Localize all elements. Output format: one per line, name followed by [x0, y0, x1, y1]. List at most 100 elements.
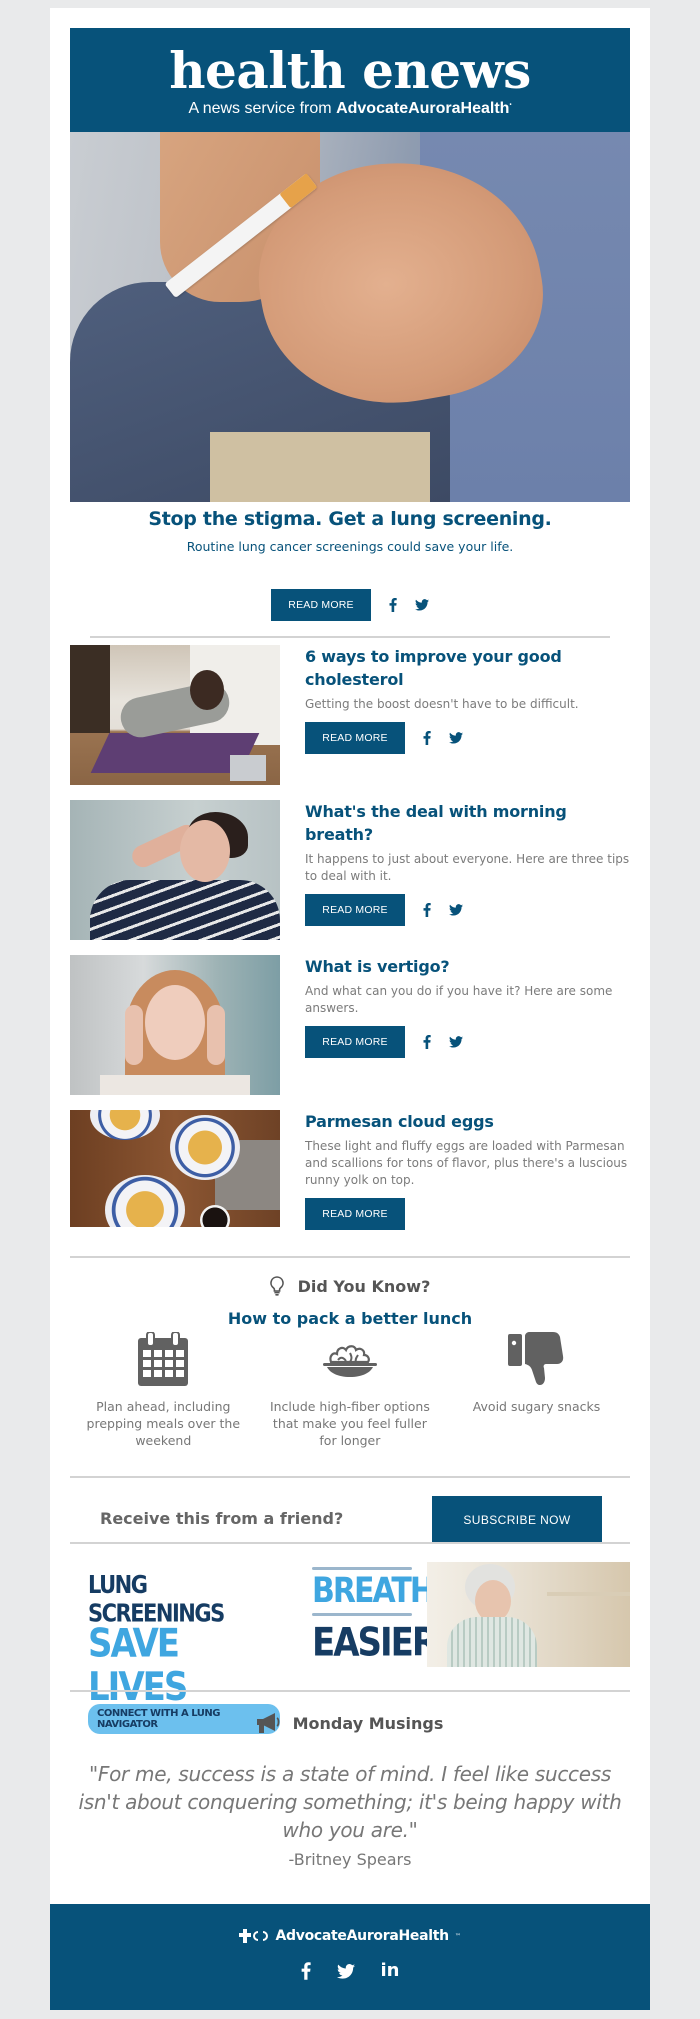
article-thumbnail[interactable]: [70, 1110, 280, 1227]
breathe-easier-banner[interactable]: BREATHE EASIER: [312, 1562, 630, 1667]
quote-author: -Britney Spears: [288, 1850, 412, 1869]
article-body: What's the deal with morning breath? It …: [305, 800, 630, 926]
facebook-icon[interactable]: [423, 1035, 431, 1049]
photo-face: [475, 1580, 511, 1622]
read-more-button[interactable]: READ MORE: [305, 722, 405, 754]
article-title[interactable]: Parmesan cloud eggs: [305, 1110, 630, 1133]
banner-line-2: EASIER: [312, 1619, 438, 1666]
subtitle-prefix: A news service from: [188, 100, 337, 117]
facebook-icon[interactable]: [423, 731, 431, 745]
article-title[interactable]: What's the deal with morning breath?: [305, 800, 630, 846]
thumb-laptop: [230, 755, 266, 781]
email-container: health enews A news service from Advocat…: [50, 8, 650, 2010]
article-actions: READ MORE: [305, 722, 630, 754]
article-thumbnail[interactable]: [70, 800, 280, 940]
thumb-plate: [90, 1110, 160, 1140]
trademark: ™: [454, 1932, 461, 1940]
subtitle-brand: AdvocateAuroraHealth: [336, 100, 510, 117]
section-divider: [70, 1690, 630, 1692]
article-description: These light and fluffy eggs are loaded w…: [305, 1139, 628, 1187]
twitter-icon[interactable]: [415, 599, 429, 611]
article-actions: READ MORE: [305, 894, 630, 926]
hero-title[interactable]: Stop the stigma. Get a lung screening.: [70, 508, 630, 530]
wave-decoration: [312, 1567, 412, 1570]
footer-social-icons: in: [50, 1962, 650, 1980]
article-item: What is vertigo? And what can you do if …: [70, 955, 630, 1095]
monday-musings-header: Monday Musings: [50, 1713, 650, 1738]
did-you-know-header: Did You Know? How to pack a better lunch: [50, 1276, 650, 1328]
article-item: Parmesan cloud eggs These light and fluf…: [70, 1110, 630, 1235]
photo-body: [447, 1617, 537, 1667]
article-title[interactable]: 6 ways to improve your good cholesterol: [305, 645, 630, 691]
article-thumbnail[interactable]: [70, 645, 280, 785]
section-divider: [70, 1256, 630, 1258]
thumb-left-hand: [125, 1005, 143, 1065]
thumbs-down-icon: [443, 1326, 630, 1392]
thumb-plate: [105, 1175, 185, 1227]
tip-item: Avoid sugary snacks: [443, 1326, 630, 1449]
facebook-icon[interactable]: [423, 903, 431, 917]
section-divider: [70, 1542, 630, 1544]
article-body: What is vertigo? And what can you do if …: [305, 955, 630, 1058]
subscribe-row: Receive this from a friend? SUBSCRIBE NO…: [70, 1496, 630, 1544]
hero-actions: READ MORE: [50, 589, 650, 621]
subscribe-prompt: Receive this from a friend?: [100, 1509, 344, 1528]
share-icons: [423, 903, 463, 917]
twitter-icon[interactable]: [449, 1036, 463, 1048]
article-actions: READ MORE: [305, 1026, 630, 1058]
thumb-right-hand: [207, 1005, 225, 1065]
banner-line-1: LUNG SCREENINGS: [88, 1570, 225, 1628]
share-icons: [423, 1035, 463, 1049]
did-you-know-text: Did You Know?: [297, 1276, 431, 1296]
hero-read-more-button[interactable]: READ MORE: [271, 589, 371, 621]
hero-text: Stop the stigma. Get a lung screening. R…: [70, 508, 630, 554]
did-you-know-label: Did You Know?: [269, 1276, 431, 1296]
tip-text: Plan ahead, including prepping meals ove…: [86, 1399, 241, 1448]
tip-item: Plan ahead, including prepping meals ove…: [70, 1326, 257, 1449]
thumb-face: [145, 985, 205, 1060]
footer-brand: AdvocateAuroraHealth: [275, 1928, 449, 1944]
newsletter-header[interactable]: health enews A news service from Advocat…: [70, 28, 630, 132]
thumb-head: [190, 670, 224, 710]
read-more-button[interactable]: READ MORE: [305, 1026, 405, 1058]
twitter-icon[interactable]: [449, 904, 463, 916]
breathe-easier-text: BREATHE EASIER: [312, 1564, 453, 1666]
linkedin-icon[interactable]: in: [381, 1962, 400, 1980]
article-body: Parmesan cloud eggs These light and fluf…: [305, 1110, 630, 1230]
newsletter-subtitle: A news service from AdvocateAuroraHealth…: [70, 100, 630, 118]
tip-text: Include high-fiber options that make you…: [269, 1399, 430, 1448]
hero-description: Routine lung cancer screenings could sav…: [186, 539, 514, 554]
article-description: It happens to just about everyone. Here …: [305, 852, 630, 883]
footer-logo[interactable]: AdvocateAuroraHealth ™: [239, 1928, 461, 1944]
wave-decoration: [312, 1613, 412, 1616]
tip-item: Include high-fiber options that make you…: [257, 1326, 444, 1449]
banner-line-2: SAVE LIVES: [88, 1620, 188, 1711]
lung-screening-banner[interactable]: LUNG SCREENINGS SAVE LIVES CONNECT WITH …: [70, 1562, 280, 1734]
article-description: And what can you do if you have it? Here…: [305, 984, 613, 1015]
newsletter-title: health enews: [169, 41, 531, 100]
photo-shelf: [547, 1592, 630, 1596]
salad-bowl-icon: [257, 1326, 444, 1392]
thumb-top: [100, 1075, 250, 1095]
read-more-button[interactable]: READ MORE: [305, 1198, 405, 1230]
twitter-icon[interactable]: [449, 732, 463, 744]
thumb-coffee-cup: [200, 1205, 230, 1227]
article-thumbnail[interactable]: [70, 955, 280, 1095]
read-more-button[interactable]: READ MORE: [305, 894, 405, 926]
twitter-icon[interactable]: [336, 1963, 355, 1979]
article-item: What's the deal with morning breath? It …: [70, 800, 630, 940]
share-icons: [423, 731, 463, 745]
thumb-door: [70, 645, 110, 733]
thumb-striped-shirt: [90, 880, 280, 940]
advocate-aurora-logo-icon: [239, 1929, 269, 1943]
article-title[interactable]: What is vertigo?: [305, 955, 630, 978]
facebook-icon[interactable]: [389, 598, 397, 612]
megaphone-icon: [256, 1713, 281, 1733]
banner-line-1: BREATHE: [312, 1570, 453, 1611]
subscribe-now-button[interactable]: SUBSCRIBE NOW: [432, 1496, 602, 1544]
tips-row: Plan ahead, including prepping meals ove…: [70, 1326, 630, 1449]
facebook-icon[interactable]: [301, 1962, 311, 1980]
hero-image-couch: [210, 432, 430, 502]
hero-image[interactable]: [70, 132, 630, 502]
tip-text: Avoid sugary snacks: [472, 1399, 601, 1414]
